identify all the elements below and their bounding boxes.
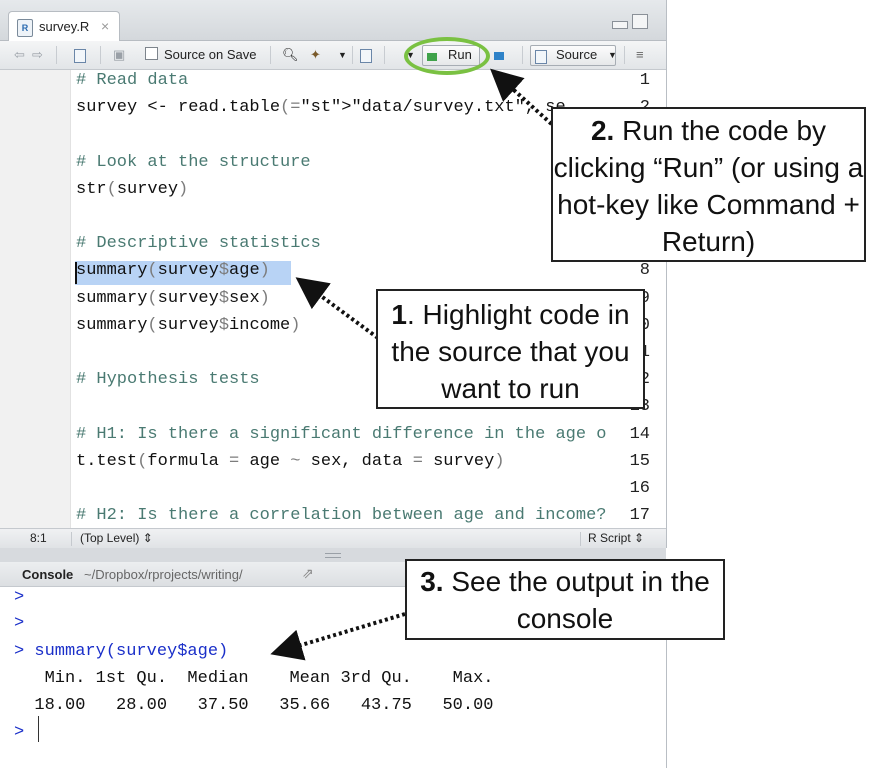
arrow-to-run — [490, 68, 558, 130]
callout-console: 3. See the output in the console — [405, 559, 725, 640]
callout-highlight: 1. Highlight code in the source that you… — [376, 289, 645, 409]
arrow-to-highlight — [295, 277, 380, 340]
callout-run: 2. Run the code by clicking “Run” (or us… — [551, 107, 866, 262]
arrow-to-console — [270, 612, 406, 661]
